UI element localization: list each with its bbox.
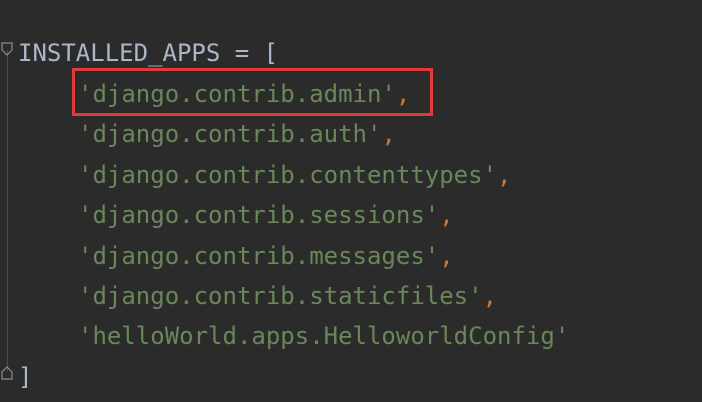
code-line-close[interactable]: ] [18,362,32,392]
fold-guide-line [7,50,8,372]
open-bracket: [ [263,39,279,67]
string-literal: 'django.contrib.sessions' [78,201,440,229]
code-line-item[interactable]: 'helloWorld.apps.HelloworldConfig' [18,321,569,351]
comma: , [497,161,512,189]
comma: , [381,120,396,148]
string-literal: 'django.contrib.admin' [78,80,396,108]
code-line-item[interactable]: 'django.contrib.contenttypes', [18,160,511,190]
variable-name: INSTALLED_APPS [18,39,221,67]
comma: , [482,282,498,310]
string-literal: 'django.contrib.staticfiles' [78,282,483,310]
close-bracket: ] [18,363,33,391]
comma: , [439,201,454,229]
code-editor[interactable]: INSTALLED_APPS = [ 'django.contrib.admin… [0,0,702,402]
code-line-item[interactable]: 'django.contrib.auth', [18,119,396,149]
comma: , [395,80,411,108]
editor-gutter [0,0,14,402]
fold-open-icon[interactable] [1,42,13,56]
string-literal: 'django.contrib.contenttypes' [78,161,498,189]
comma: , [439,242,454,270]
string-literal: 'helloWorld.apps.HelloworldConfig' [78,322,570,350]
code-line-item[interactable]: 'django.contrib.messages', [18,241,454,271]
code-line-item[interactable]: 'django.contrib.sessions', [18,200,454,230]
code-line-item[interactable]: 'django.contrib.admin', [18,79,410,109]
string-literal: 'django.contrib.messages' [78,242,440,270]
fold-close-icon[interactable] [1,366,13,380]
code-line-declaration[interactable]: INSTALLED_APPS = [ [18,38,278,68]
code-line-item[interactable]: 'django.contrib.staticfiles', [18,281,497,311]
assignment-operator: = [220,39,264,67]
string-literal: 'django.contrib.auth' [78,120,382,148]
